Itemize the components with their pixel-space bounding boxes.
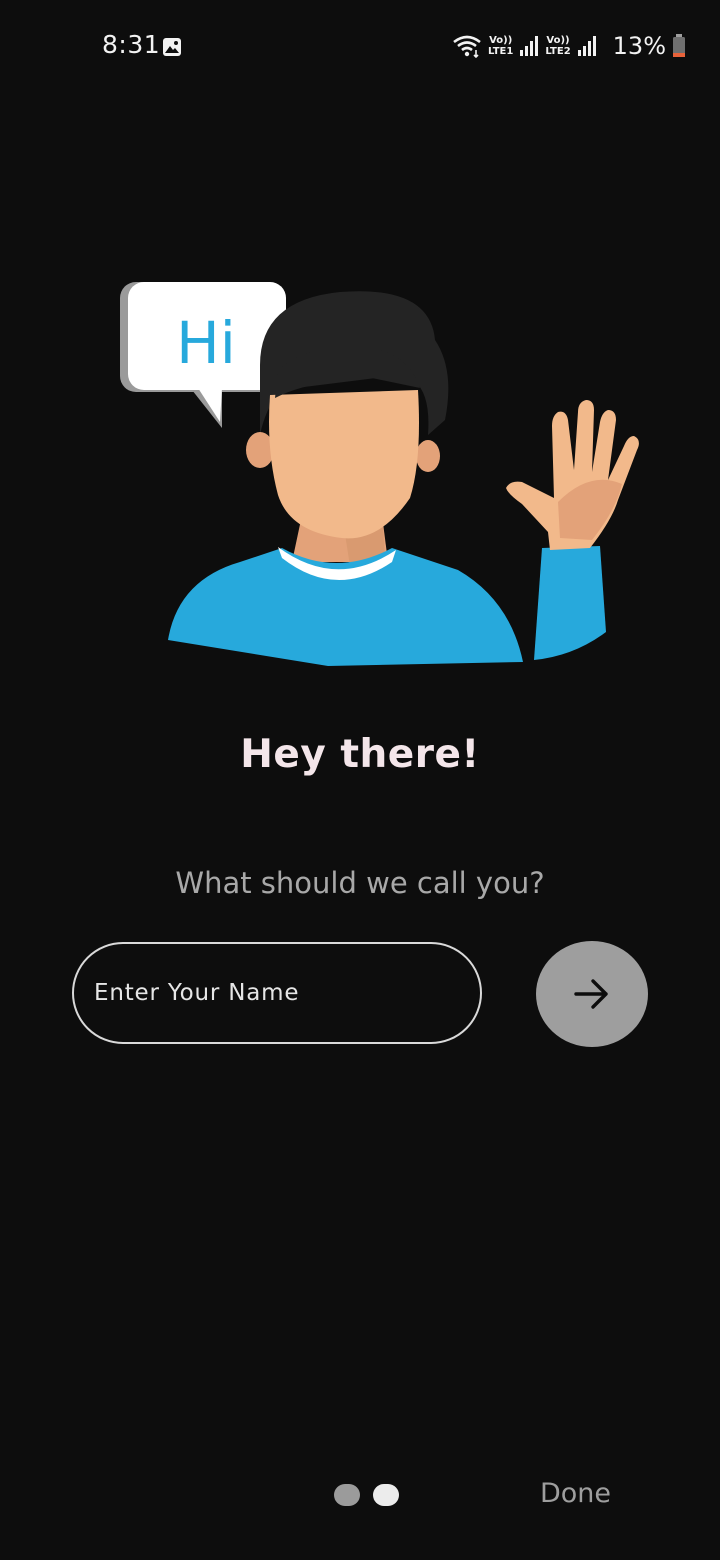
name-input[interactable] — [72, 942, 482, 1044]
wifi-icon — [453, 35, 481, 58]
shirt — [168, 548, 523, 666]
sim2-lte-text: LTE2 — [545, 46, 571, 57]
status-time: 8:31 — [102, 30, 161, 59]
battery-percent: 13% — [612, 32, 666, 60]
sim2-label: Vo)) LTE2 — [545, 35, 570, 57]
sleeve — [534, 546, 606, 660]
done-button[interactable]: Done — [540, 1478, 611, 1509]
page-dot-1[interactable] — [334, 1484, 360, 1506]
page-dot-2-active[interactable] — [373, 1484, 399, 1506]
arrow-right-icon — [574, 979, 608, 1009]
page-title: Hey there! — [240, 732, 480, 777]
signal-icon — [520, 36, 539, 56]
status-bar: 8:31 Vo)) LTE1 Vo)) LTE2 13% — [0, 0, 720, 92]
sim2-volte-text: Vo)) — [546, 35, 570, 46]
status-icons: Vo)) LTE1 Vo)) LTE2 13% — [452, 30, 686, 62]
waving-person-illustration: Hi — [120, 282, 639, 666]
page-indicator — [334, 1484, 399, 1506]
face — [269, 390, 419, 539]
submit-name-button[interactable] — [536, 941, 648, 1047]
name-prompt: What should we call you? — [175, 866, 545, 900]
signal-icon — [577, 36, 596, 56]
onboarding-screen: 8:31 Vo)) LTE1 Vo)) LTE2 13% Hi Hey ther… — [0, 0, 720, 1560]
speech-bubble-text: Hi — [176, 309, 236, 377]
battery-icon — [673, 34, 685, 57]
gallery-icon — [163, 38, 181, 56]
sim1-lte-text: LTE1 — [488, 46, 514, 57]
sim1-label: Vo)) LTE1 — [488, 35, 513, 57]
sim1-volte-text: Vo)) — [489, 35, 513, 46]
